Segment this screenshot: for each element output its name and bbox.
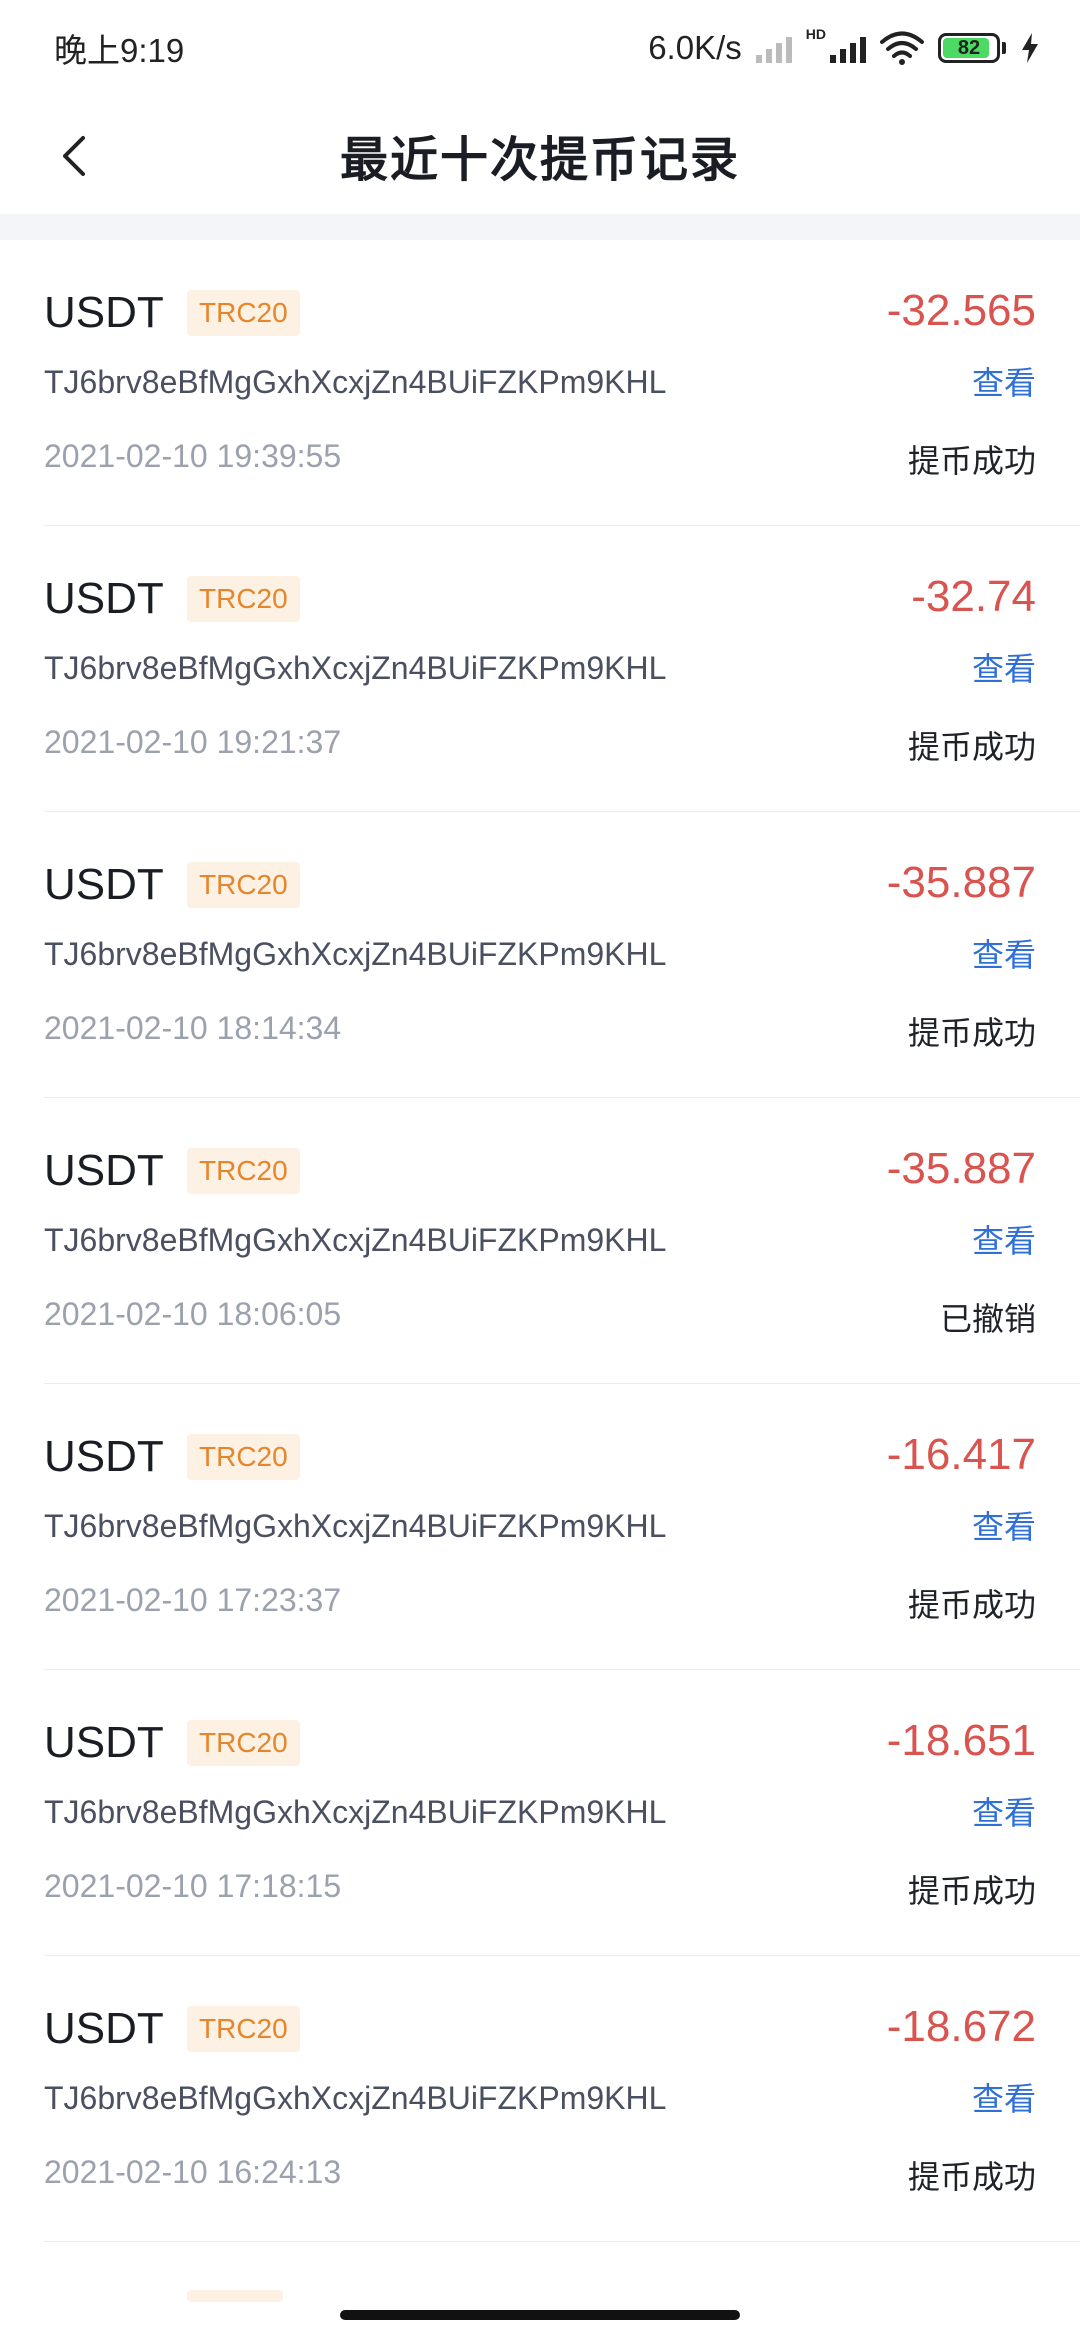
battery-icon: 82 bbox=[938, 33, 1006, 63]
list-item: USDT TRC20 TJ6brv8eBfMgGxhXcxjZn4BUiFZKP… bbox=[44, 1956, 1080, 2242]
asset-name: USDT bbox=[44, 574, 164, 623]
view-link[interactable]: 查看 bbox=[972, 1502, 1036, 1548]
wallet-address: TJ6brv8eBfMgGxhXcxjZn4BUiFZKPm9KHL bbox=[44, 2080, 667, 2116]
asset-name: USDT bbox=[44, 1146, 164, 1195]
view-link[interactable]: 查看 bbox=[972, 644, 1036, 690]
amount: -18.651 bbox=[886, 1716, 1036, 1765]
wallet-address: TJ6brv8eBfMgGxhXcxjZn4BUiFZKPm9KHL bbox=[44, 936, 667, 972]
status-text: 提币成功 bbox=[907, 2159, 1036, 2195]
status-text: 提币成功 bbox=[907, 1873, 1036, 1909]
chain-badge: TRC20 bbox=[187, 290, 300, 336]
withdrawal-list: USDT TRC20 TJ6brv8eBfMgGxhXcxjZn4BUiFZKP… bbox=[0, 240, 1080, 2302]
wallet-address: TJ6brv8eBfMgGxhXcxjZn4BUiFZKPm9KHL bbox=[44, 1794, 667, 1830]
status-icons: 6.0K/s HD 82 bbox=[648, 26, 1040, 67]
chain-badge: TRC20 bbox=[187, 862, 300, 908]
amount: -35.887 bbox=[886, 858, 1036, 907]
clock: 晚上9:19 bbox=[54, 32, 185, 69]
chain-badge: TRC20 bbox=[187, 2006, 300, 2052]
list-item: USDT TRC20 TJ6brv8eBfMgGxhXcxjZn4BUiFZKP… bbox=[44, 1098, 1080, 1384]
timestamp: 2021-02-10 18:06:05 bbox=[44, 1296, 342, 1332]
wallet-address: TJ6brv8eBfMgGxhXcxjZn4BUiFZKPm9KHL bbox=[44, 1222, 667, 1258]
status-text: 提币成功 bbox=[907, 1015, 1036, 1051]
list-item bbox=[44, 2242, 1080, 2302]
battery-level: 82 bbox=[957, 36, 981, 59]
wifi-icon bbox=[880, 31, 924, 65]
chain-badge: TRC20 bbox=[187, 1434, 300, 1480]
chain-badge: TRC20 bbox=[187, 1720, 300, 1766]
signal-icon-sim1 bbox=[755, 33, 792, 63]
status-text: 提币成功 bbox=[907, 443, 1036, 479]
charging-icon bbox=[1022, 33, 1038, 63]
list-item: USDT TRC20 TJ6brv8eBfMgGxhXcxjZn4BUiFZKP… bbox=[44, 1670, 1080, 1956]
signal-icon-sim2 bbox=[830, 33, 866, 63]
timestamp: 2021-02-10 16:24:13 bbox=[44, 2154, 342, 2190]
chain-badge bbox=[187, 2290, 283, 2302]
status-text: 提币成功 bbox=[907, 729, 1036, 765]
asset-name: USDT bbox=[44, 1432, 164, 1481]
asset-name: USDT bbox=[44, 1718, 164, 1767]
list-item: USDT TRC20 TJ6brv8eBfMgGxhXcxjZn4BUiFZKP… bbox=[44, 1384, 1080, 1670]
view-link[interactable]: 查看 bbox=[972, 358, 1036, 404]
asset-name: USDT bbox=[44, 288, 164, 337]
amount: -18.672 bbox=[886, 2002, 1036, 2051]
status-text: 已撤销 bbox=[939, 1301, 1036, 1337]
wallet-address: TJ6brv8eBfMgGxhXcxjZn4BUiFZKPm9KHL bbox=[44, 364, 667, 400]
amount: -32.565 bbox=[886, 286, 1036, 335]
list-item: USDT TRC20 TJ6brv8eBfMgGxhXcxjZn4BUiFZKP… bbox=[44, 240, 1080, 526]
timestamp: 2021-02-10 18:14:34 bbox=[44, 1010, 342, 1046]
home-indicator[interactable] bbox=[340, 2310, 740, 2320]
view-link[interactable]: 查看 bbox=[972, 930, 1036, 976]
back-button[interactable] bbox=[44, 126, 104, 186]
view-link[interactable]: 查看 bbox=[972, 2074, 1036, 2120]
nav-bar: 最近十次提币记录 bbox=[0, 96, 1080, 214]
view-link[interactable]: 查看 bbox=[972, 1788, 1036, 1834]
amount: -16.417 bbox=[886, 1430, 1036, 1479]
amount: -32.74 bbox=[911, 572, 1036, 621]
asset-name: USDT bbox=[44, 2004, 164, 2053]
status-text: 提币成功 bbox=[907, 1587, 1036, 1623]
wallet-address: TJ6brv8eBfMgGxhXcxjZn4BUiFZKPm9KHL bbox=[44, 1508, 667, 1544]
timestamp: 2021-02-10 17:18:15 bbox=[44, 1868, 342, 1904]
view-link[interactable]: 查看 bbox=[972, 1216, 1036, 1262]
hd-badge: HD bbox=[805, 26, 826, 42]
chain-badge: TRC20 bbox=[187, 1148, 300, 1194]
timestamp: 2021-02-10 19:21:37 bbox=[44, 724, 342, 760]
timestamp: 2021-02-10 19:39:55 bbox=[44, 438, 342, 474]
timestamp: 2021-02-10 17:23:37 bbox=[44, 1582, 342, 1618]
list-item: USDT TRC20 TJ6brv8eBfMgGxhXcxjZn4BUiFZKP… bbox=[44, 812, 1080, 1098]
page-title: 最近十次提币记录 bbox=[339, 134, 740, 187]
amount: -35.887 bbox=[886, 1144, 1036, 1193]
chevron-left-icon bbox=[63, 136, 85, 176]
status-bar: 晚上9:19 6.0K/s HD 82 bbox=[0, 0, 1080, 96]
wallet-address: TJ6brv8eBfMgGxhXcxjZn4BUiFZKPm9KHL bbox=[44, 650, 667, 686]
net-speed: 6.0K/s bbox=[648, 29, 742, 66]
list-item: USDT TRC20 TJ6brv8eBfMgGxhXcxjZn4BUiFZKP… bbox=[44, 526, 1080, 812]
chain-badge: TRC20 bbox=[187, 576, 300, 622]
header-divider bbox=[0, 214, 1080, 240]
asset-name: USDT bbox=[44, 860, 164, 909]
